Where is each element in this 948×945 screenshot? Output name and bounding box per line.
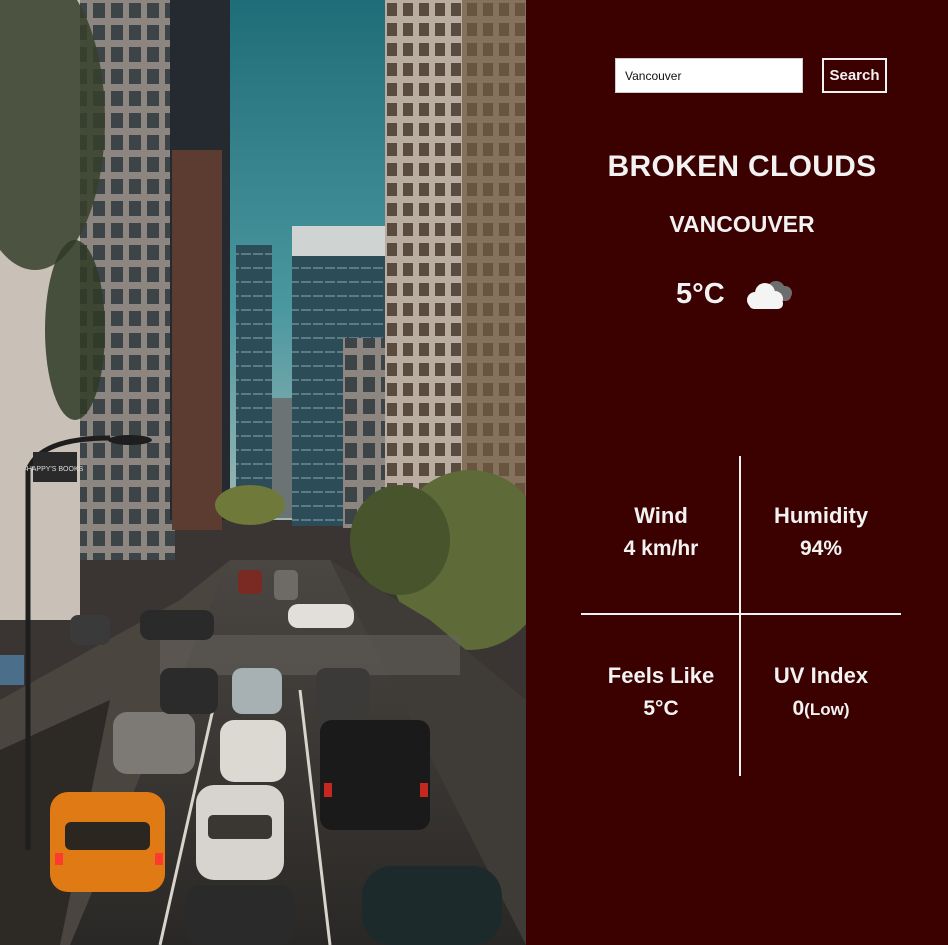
grid-divider-horizontal <box>581 613 901 615</box>
feels-like-label: Feels Like <box>607 663 715 688</box>
humidity-cell: Humidity 94% <box>741 503 901 561</box>
wind-value: 4 km/hr <box>623 537 699 560</box>
wind-cell: Wind 4 km/hr <box>581 503 741 561</box>
temperature-row: 5°C <box>676 274 795 314</box>
humidity-value: 94% <box>799 537 843 560</box>
uv-index-value: 0 <box>792 697 805 720</box>
feels-like-value: 5°C <box>643 697 679 720</box>
broken-clouds-icon <box>743 277 795 311</box>
weather-details-grid: Wind 4 km/hr Humidity 94% Feels Like 5°C… <box>581 456 901 776</box>
feels-like-cell: Feels Like 5°C <box>581 663 741 721</box>
search-button[interactable]: Search <box>822 58 887 93</box>
weather-panel: Search BROKEN CLOUDS VANCOUVER 5°C <box>526 0 948 945</box>
uv-index-level: (Low) <box>804 700 850 719</box>
temperature: 5°C <box>676 277 725 310</box>
city-street-image: HAPPY'S BOOKS <box>0 0 526 945</box>
uv-index-value-row: 0(Low) <box>741 697 901 721</box>
store-sign: HAPPY'S BOOKS <box>27 466 84 473</box>
search-input[interactable] <box>615 58 803 93</box>
weather-description: BROKEN CLOUDS <box>607 150 877 183</box>
city-name: VANCOUVER <box>669 211 815 237</box>
wind-label: Wind <box>634 503 688 528</box>
humidity-label: Humidity <box>773 503 869 528</box>
uv-index-label: UV Index <box>773 663 869 688</box>
background-photo: HAPPY'S BOOKS <box>0 0 526 945</box>
uv-index-cell: UV Index 0(Low) <box>741 663 901 721</box>
